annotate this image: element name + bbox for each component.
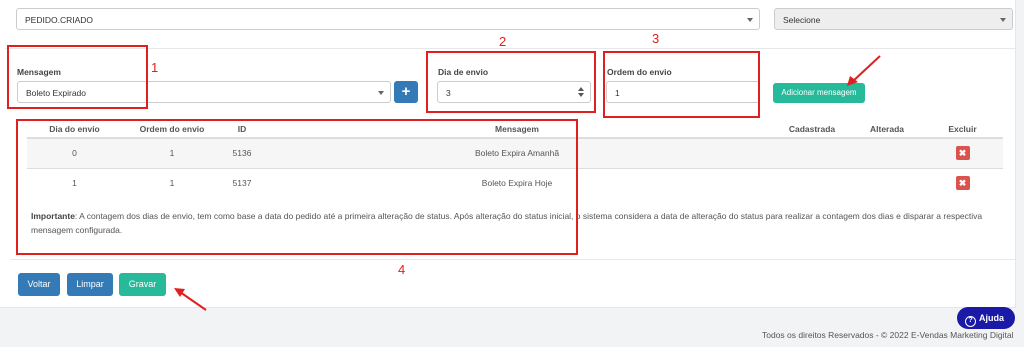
annotation-box-1	[7, 45, 148, 109]
clear-button[interactable]: Limpar	[67, 273, 113, 296]
cell-created	[772, 137, 852, 168]
secondary-select-value: Selecione	[783, 15, 821, 25]
annotation-number-4: 4	[398, 262, 406, 277]
back-button[interactable]: Voltar	[18, 273, 60, 296]
chevron-down-icon	[747, 18, 753, 22]
annotation-box-3	[603, 51, 760, 118]
footer-text: Todos os direitos Reservados - © 2022 E-…	[762, 330, 1014, 340]
col-created: Cadastrada	[772, 121, 852, 139]
annotation-number-3: 3	[652, 31, 660, 46]
secondary-select[interactable]: Selecione	[774, 8, 1013, 30]
col-changed: Alterada	[852, 121, 922, 139]
cell-created	[772, 167, 852, 198]
delete-icon[interactable]: ✖	[955, 146, 970, 161]
annotation-arrow-icon	[847, 55, 881, 86]
annotation-box-4	[16, 119, 578, 255]
divider	[5, 48, 1015, 49]
cell-changed	[852, 137, 922, 168]
annotation-number-1: 1	[151, 60, 159, 75]
chevron-down-icon	[1000, 18, 1006, 22]
col-delete: Excluir	[922, 121, 1003, 139]
event-select[interactable]: PEDIDO.CRIADO	[16, 8, 760, 30]
add-message-plus-button[interactable]: +	[394, 81, 418, 103]
chevron-down-icon	[378, 91, 384, 95]
delete-icon[interactable]: ✖	[955, 176, 970, 191]
save-button[interactable]: Gravar	[119, 273, 166, 296]
cell-changed	[852, 167, 922, 198]
event-select-value: PEDIDO.CRIADO	[25, 15, 94, 25]
help-button[interactable]: ? Ajuda	[957, 307, 1015, 329]
help-label: Ajuda	[979, 313, 1005, 323]
main-panel: PEDIDO.CRIADO Selecione Mensagem Boleto …	[0, 0, 1016, 311]
annotation-arrow-icon	[174, 288, 207, 311]
question-icon: ?	[965, 316, 976, 327]
divider	[10, 259, 1015, 260]
annotation-number-2: 2	[499, 34, 507, 49]
cell-delete: ✖	[922, 167, 1003, 198]
cell-delete: ✖	[922, 137, 1003, 168]
annotation-box-2	[426, 51, 596, 113]
